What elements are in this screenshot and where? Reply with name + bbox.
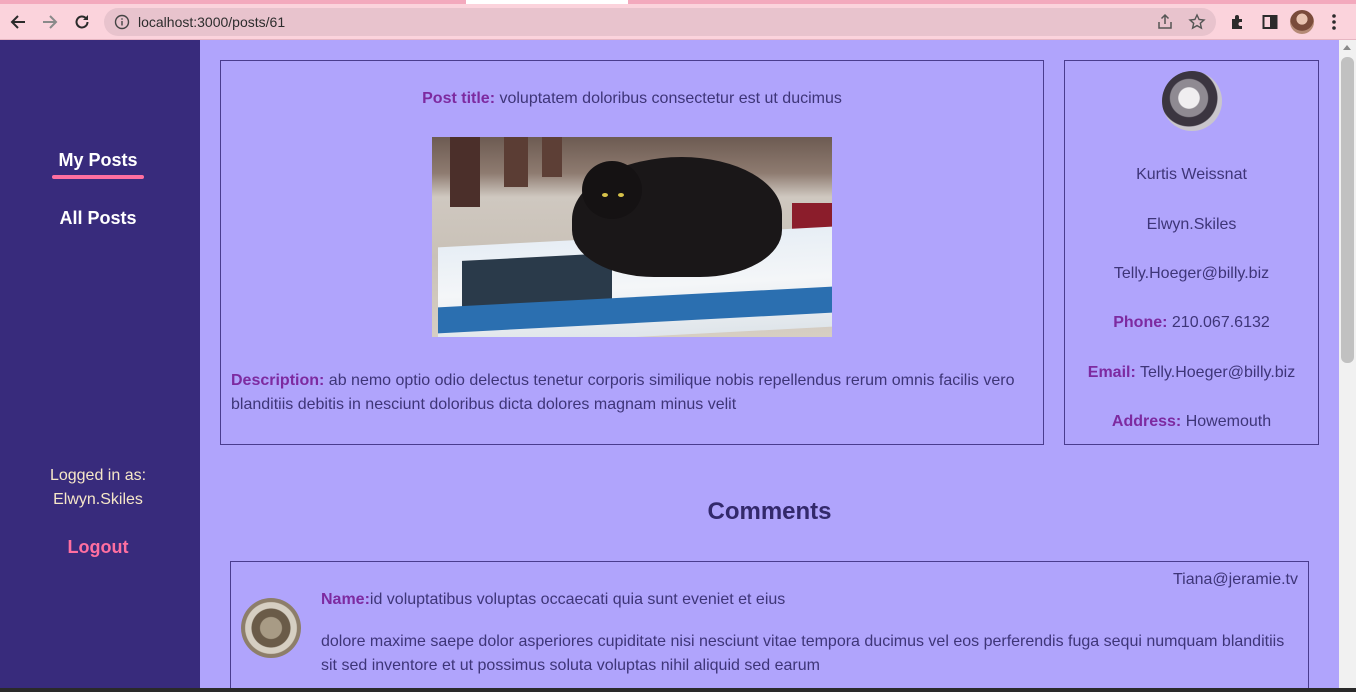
back-icon[interactable]	[6, 10, 30, 34]
post-card: Post title: voluptatem doloribus consect…	[220, 60, 1044, 445]
share-icon[interactable]	[1156, 13, 1174, 31]
page-scrollbar[interactable]	[1339, 40, 1356, 692]
post-description-label: Description:	[231, 372, 325, 389]
author-avatar	[1162, 71, 1222, 131]
profile-avatar[interactable]	[1290, 10, 1314, 34]
phone-label: Phone:	[1113, 314, 1168, 331]
comment-name: Name:id voluptatibus voluptas occaecati …	[321, 591, 785, 609]
comments-heading: Comments	[707, 498, 832, 525]
side-panel-icon[interactable]	[1260, 12, 1280, 32]
logged-in-username: Elwyn.Skiles	[53, 491, 143, 508]
menu-kebab-icon[interactable]	[1324, 12, 1344, 32]
author-email-plain: Telly.Hoeger@billy.biz	[1113, 265, 1270, 282]
nav-all-posts[interactable]: All Posts	[0, 208, 196, 229]
author-address: Address: Howemouth	[1065, 413, 1318, 431]
bookmark-star-icon[interactable]	[1188, 13, 1206, 31]
logged-in-info: Logged in as: Elwyn.Skiles	[0, 464, 196, 512]
scroll-up-arrow-icon[interactable]	[1343, 45, 1351, 50]
post-title-label: Post title:	[422, 90, 496, 107]
author-full-name: Kurtis Weissnat	[1136, 166, 1247, 183]
comment-card: Tiana@jeramie.tv Name:id voluptatibus vo…	[230, 561, 1309, 692]
email-value: Telly.Hoeger@billy.biz	[1139, 364, 1296, 381]
address-label: Address:	[1111, 413, 1182, 430]
post-description: Description: ab nemo optio odio delectus…	[231, 369, 1031, 417]
phone-value: 210.067.6132	[1171, 314, 1270, 331]
logged-in-label: Logged in as:	[49, 467, 147, 484]
active-nav-underline	[52, 175, 144, 179]
forward-icon[interactable]	[38, 10, 62, 34]
author-email: Email: Telly.Hoeger@billy.biz	[1065, 364, 1318, 382]
reload-icon[interactable]	[70, 10, 94, 34]
nav-my-posts[interactable]: My Posts	[0, 150, 196, 179]
address-bar[interactable]: localhost:3000/posts/61	[104, 8, 1216, 36]
author-username: Elwyn.Skiles	[1146, 216, 1237, 233]
comment-name-value: id voluptatibus voluptas occaecati quia …	[369, 591, 786, 608]
comment-email: Tiana@jeramie.tv	[1172, 571, 1298, 588]
address-value: Howemouth	[1185, 413, 1272, 430]
comment-body: dolore maxime saepe dolor asperiores cup…	[321, 633, 1285, 674]
extensions-icon[interactable]	[1228, 12, 1248, 32]
author-phone: Phone: 210.067.6132	[1065, 314, 1318, 332]
post-image	[432, 137, 832, 337]
sidebar: My Posts All Posts Logged in as: Elwyn.S…	[0, 40, 200, 692]
scroll-thumb[interactable]	[1341, 57, 1354, 363]
url-text: localhost:3000/posts/61	[138, 14, 286, 30]
window-bottom-edge	[0, 688, 1356, 692]
comment-avatar	[241, 598, 301, 658]
site-info-icon[interactable]	[114, 14, 130, 30]
email-label: Email:	[1087, 364, 1136, 381]
comment-name-label: Name:	[321, 591, 370, 608]
author-card: Kurtis Weissnat Elwyn.Skiles Telly.Hoege…	[1064, 60, 1319, 445]
nav-my-posts-label: My Posts	[58, 150, 138, 170]
browser-toolbar: localhost:3000/posts/61	[0, 4, 1356, 40]
post-title: Post title: voluptatem doloribus consect…	[221, 90, 1043, 108]
logout-button[interactable]: Logout	[0, 537, 196, 558]
post-title-value: voluptatem doloribus consectetur est ut …	[499, 90, 842, 107]
post-description-value: ab nemo optio odio delectus tenetur corp…	[231, 372, 1015, 413]
